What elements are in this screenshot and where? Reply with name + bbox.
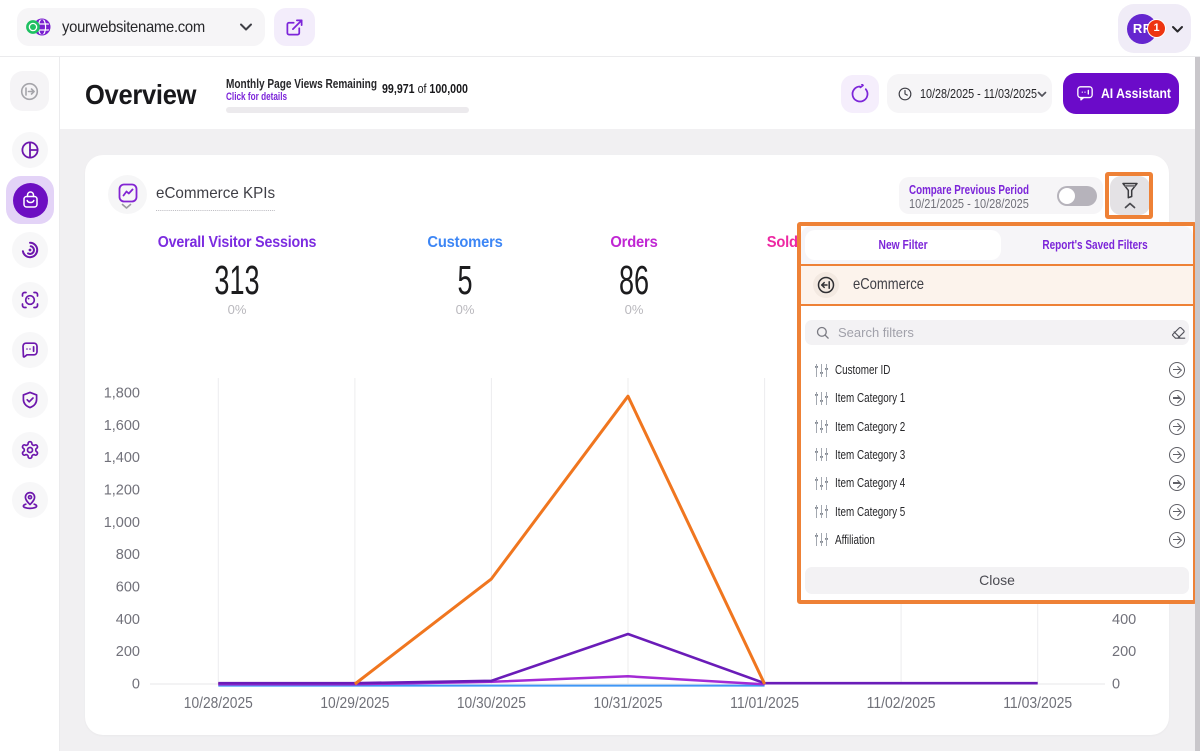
svg-text:1,800: 1,800 bbox=[104, 386, 140, 402]
svg-text:11/03/2025: 11/03/2025 bbox=[1003, 695, 1072, 712]
svg-text:10/31/2025: 10/31/2025 bbox=[594, 695, 663, 712]
svg-text:10/30/2025: 10/30/2025 bbox=[457, 695, 526, 712]
svg-text:400: 400 bbox=[116, 612, 140, 628]
svg-text:800: 800 bbox=[116, 547, 140, 563]
svg-text:200: 200 bbox=[1112, 644, 1136, 660]
svg-text:10/28/2025: 10/28/2025 bbox=[184, 695, 253, 712]
svg-text:200: 200 bbox=[116, 644, 140, 660]
svg-text:1,000: 1,000 bbox=[104, 515, 140, 531]
svg-text:600: 600 bbox=[116, 580, 140, 596]
svg-text:1,200: 1,200 bbox=[104, 483, 140, 499]
svg-text:0: 0 bbox=[1112, 677, 1120, 693]
svg-text:0: 0 bbox=[132, 677, 140, 693]
svg-text:11/02/2025: 11/02/2025 bbox=[867, 695, 936, 712]
svg-text:10/29/2025: 10/29/2025 bbox=[320, 695, 389, 712]
svg-text:11/01/2025: 11/01/2025 bbox=[730, 695, 799, 712]
svg-text:1,400: 1,400 bbox=[104, 450, 140, 466]
svg-text:400: 400 bbox=[1112, 612, 1136, 628]
svg-text:1,600: 1,600 bbox=[104, 418, 140, 434]
